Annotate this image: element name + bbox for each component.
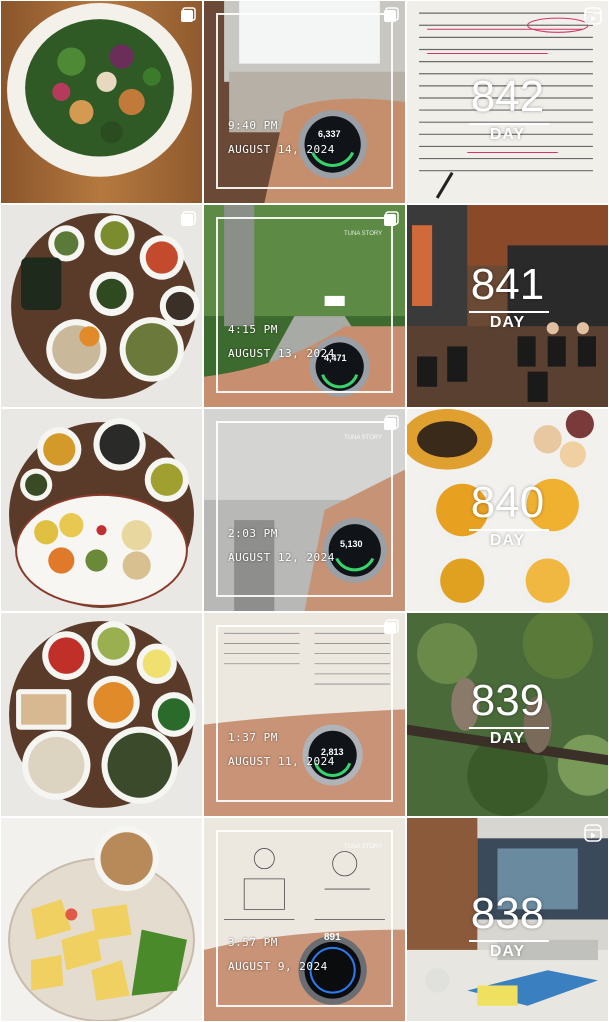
- day-number: 840: [470, 478, 545, 527]
- reel-play-icon: [584, 824, 602, 842]
- multiple-photos-icon: [384, 7, 399, 22]
- day-label: DAY: [489, 126, 526, 143]
- day-number: 842: [470, 72, 545, 121]
- reel-play-icon: [584, 7, 602, 25]
- post-meal-squash[interactable]: [0, 408, 203, 612]
- story-frame: [216, 625, 393, 802]
- post-day-842[interactable]: 842 DAY: [406, 0, 609, 204]
- post-day-841[interactable]: 841 DAY: [406, 204, 609, 408]
- step-count: 2,813: [321, 747, 344, 757]
- post-watch-steps[interactable]: TUNA STORY 4:15 PM AUGUST 13, 2024 4,471: [203, 204, 406, 408]
- profile-post-grid: 9:40 PM AUGUST 14, 2024 6,337 842 DAY TU…: [0, 0, 609, 1022]
- post-salad-bowl[interactable]: [0, 0, 203, 204]
- post-watch-steps[interactable]: TUNA STORY 3:57 PM AUGUST 9, 2024 891: [203, 817, 406, 1022]
- story-frame: [216, 421, 393, 597]
- multiple-photos-icon: [384, 211, 399, 226]
- capture-time: 4:15 PM: [228, 323, 278, 336]
- post-day-839[interactable]: 839 DAY: [406, 612, 609, 817]
- story-frame: [216, 830, 393, 1007]
- capture-time: 9:40 PM: [228, 119, 278, 132]
- capture-date: AUGUST 9, 2024: [228, 960, 328, 973]
- day-divider: [469, 529, 549, 531]
- step-count: 5,130: [340, 539, 363, 549]
- post-apples-nuts[interactable]: [0, 817, 203, 1022]
- meal-photo: [1, 409, 202, 611]
- capture-time: 1:37 PM: [228, 731, 278, 744]
- day-number: 838: [470, 889, 545, 938]
- step-count: 891: [324, 932, 341, 943]
- day-label: DAY: [489, 730, 526, 747]
- story-frame: [216, 13, 393, 189]
- day-divider: [469, 727, 549, 729]
- post-rice-soup-tray[interactable]: [0, 612, 203, 817]
- post-watch-steps[interactable]: 1:37 PM AUGUST 11, 2024 2,813: [203, 612, 406, 817]
- story-frame: [216, 217, 393, 393]
- post-day-838[interactable]: 838 DAY: [406, 817, 609, 1022]
- post-banchan-tray[interactable]: [0, 204, 203, 408]
- multiple-photos-icon: [181, 7, 196, 22]
- meal-photo: [1, 613, 202, 816]
- day-number: 841: [470, 260, 545, 309]
- day-divider: [469, 311, 549, 313]
- multiple-photos-icon: [384, 415, 399, 430]
- watermark: TUNA STORY: [344, 435, 383, 441]
- watermark: TUNA STORY: [344, 231, 383, 237]
- step-count: 6,337: [318, 129, 341, 139]
- day-label: DAY: [489, 943, 526, 960]
- salad-photo: [1, 1, 202, 203]
- capture-date: AUGUST 14, 2024: [228, 143, 335, 156]
- day-number: 839: [470, 676, 545, 725]
- capture-date: AUGUST 11, 2024: [228, 755, 335, 768]
- capture-time: 3:57 PM: [228, 936, 278, 949]
- apples-photo: [1, 818, 202, 1021]
- multiple-photos-icon: [384, 619, 399, 634]
- day-label: DAY: [489, 532, 526, 549]
- multiple-photos-icon: [181, 211, 196, 226]
- day-divider: [469, 123, 549, 125]
- capture-date: AUGUST 13, 2024: [228, 347, 335, 360]
- capture-date: AUGUST 12, 2024: [228, 551, 335, 564]
- day-divider: [469, 940, 549, 942]
- post-day-840[interactable]: 840 DAY: [406, 408, 609, 612]
- post-watch-steps[interactable]: 9:40 PM AUGUST 14, 2024 6,337: [203, 0, 406, 204]
- day-label: DAY: [489, 314, 526, 331]
- post-watch-steps[interactable]: TUNA STORY 2:03 PM AUGUST 12, 2024 5,130: [203, 408, 406, 612]
- watermark: TUNA STORY: [344, 844, 383, 850]
- banchan-photo: [1, 205, 202, 407]
- step-count: 4,471: [324, 353, 347, 363]
- capture-time: 2:03 PM: [228, 527, 278, 540]
